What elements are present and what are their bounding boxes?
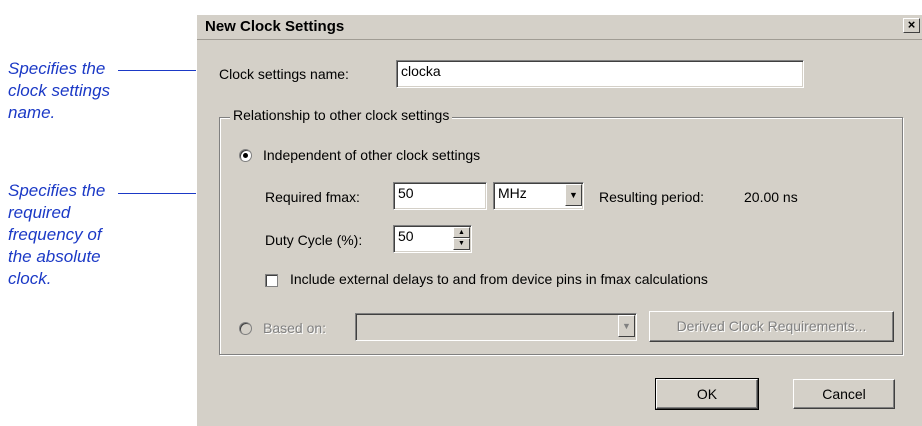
- arrow-down-icon: ▼: [458, 240, 465, 247]
- fmax-input[interactable]: 50: [393, 182, 487, 210]
- cancel-button-label: Cancel: [822, 386, 866, 402]
- fmax-unit-dropdown-button[interactable]: ▼: [565, 184, 582, 206]
- dialog-title: New Clock Settings: [205, 18, 345, 35]
- fmax-unit-select[interactable]: MHz ▼: [493, 182, 584, 210]
- based-on-select[interactable]: ▼: [355, 313, 637, 341]
- clock-name-input[interactable]: clocka: [396, 60, 804, 88]
- close-icon: ×: [907, 17, 916, 32]
- chevron-down-icon: ▼: [622, 321, 631, 331]
- duty-cycle-label: Duty Cycle (%):: [265, 232, 363, 248]
- close-button[interactable]: ×: [903, 18, 920, 33]
- resulting-period-label: Resulting period:: [599, 189, 705, 205]
- derived-clock-requirements-button[interactable]: Derived Clock Requirements...: [649, 311, 894, 342]
- arrow-up-icon: ▲: [458, 229, 465, 236]
- duty-cycle-stepper[interactable]: 50 ▲ ▼: [393, 225, 472, 253]
- new-clock-settings-dialog: New Clock Settings × Clock settings name…: [196, 14, 922, 426]
- resulting-period-value: 20.00 ns: [744, 189, 798, 205]
- cancel-button[interactable]: Cancel: [793, 379, 895, 409]
- clock-name-label: Clock settings name:: [219, 66, 349, 82]
- based-on-label: Based on:: [263, 320, 327, 336]
- include-delays-checkbox[interactable]: [265, 274, 278, 287]
- annotation-fmax: Specifies the required frequency of the …: [8, 180, 105, 290]
- annotation-line-1: Specifies the: [8, 181, 106, 200]
- based-on-dropdown-button[interactable]: ▼: [618, 315, 635, 337]
- annotation-line-4: the absolute: [8, 247, 101, 266]
- duty-cycle-down-button[interactable]: ▼: [453, 238, 470, 250]
- annotation-line-3: frequency of: [8, 225, 102, 244]
- relationship-group-label: Relationship to other clock settings: [230, 107, 453, 123]
- annotation-line-2: clock settings: [8, 81, 111, 100]
- annotation-line-2: required: [8, 203, 71, 222]
- independent-radio[interactable]: [239, 149, 252, 162]
- include-delays-label: Include external delays to and from devi…: [290, 271, 708, 287]
- independent-label: Independent of other clock settings: [263, 147, 481, 163]
- chevron-down-icon: ▼: [569, 190, 578, 200]
- annotation-line-5: clock.: [8, 269, 52, 288]
- ok-button[interactable]: OK: [655, 378, 759, 410]
- fmax-label: Required fmax:: [265, 189, 360, 205]
- fmax-unit-value: MHz: [498, 185, 527, 201]
- annotation-line-1: Specifies the: [8, 59, 106, 78]
- annotation-clock-name: Specifies the clock settings name.: [8, 58, 110, 124]
- annotation-line-3: name.: [8, 103, 56, 122]
- duty-cycle-value: 50: [398, 228, 414, 244]
- ok-button-label: OK: [696, 386, 718, 402]
- based-on-radio[interactable]: [239, 322, 252, 335]
- title-bar: New Clock Settings ×: [197, 15, 922, 40]
- derived-button-label: Derived Clock Requirements...: [676, 318, 867, 334]
- duty-cycle-up-button[interactable]: ▲: [453, 227, 470, 238]
